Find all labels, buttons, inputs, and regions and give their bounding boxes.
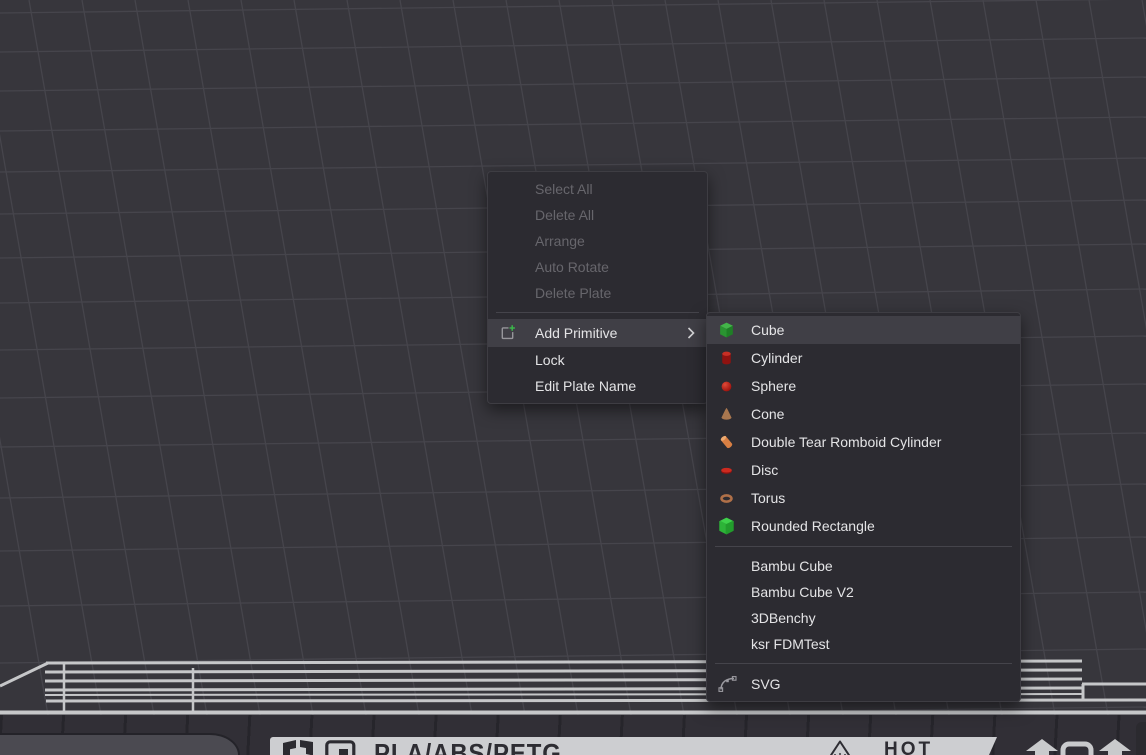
romboid-cylinder-icon [718,434,735,451]
submenu-item-bambu-cube-v2[interactable]: Bambu Cube V2 [707,579,1020,605]
submenu-separator [715,663,1012,664]
menu-item-auto-rotate[interactable]: Auto Rotate [488,254,707,280]
submenu-item-double-tear-romboid-cylinder[interactable]: Double Tear Romboid Cylinder [707,428,1020,456]
hot-surface-warning-icon [826,740,854,755]
add-primitive-icon [499,325,516,342]
submenu-item-label: Double Tear Romboid Cylinder [751,434,941,450]
menu-item-arrange[interactable]: Arrange [488,228,707,254]
outline-square-icon [1060,741,1094,755]
bambu-logo-icon [283,740,317,755]
menu-separator [496,312,699,313]
chevron-right-icon [687,327,695,339]
submenu-item-3dbenchy[interactable]: 3DBenchy [707,605,1020,631]
add-primitive-submenu: Cube Cylinder Sphere Cone [706,312,1021,702]
submenu-item-cone[interactable]: Cone [707,400,1020,428]
cube-icon [718,322,735,339]
disc-icon [718,462,735,479]
submenu-item-label: SVG [751,676,781,692]
submenu-item-label: Cube [751,322,784,338]
arrow-up-icon [1099,739,1131,755]
cylinder-icon [718,350,735,367]
submenu-separator [715,546,1012,547]
bezier-curve-icon [718,675,738,693]
submenu-item-sphere[interactable]: Sphere [707,372,1020,400]
sphere-icon [718,378,735,395]
menu-item-delete-all[interactable]: Delete All [488,202,707,228]
plate-corner-tab [0,733,240,755]
submenu-item-svg[interactable]: SVG [707,670,1020,698]
menu-item-delete-plate[interactable]: Delete Plate [488,280,707,306]
plate-label-bar: PLA/ABS/PETG HOT [270,737,997,755]
submenu-item-ksr-fdmtest[interactable]: ksr FDMTest [707,631,1020,657]
submenu-item-disc[interactable]: Disc [707,456,1020,484]
submenu-item-torus[interactable]: Torus [707,484,1020,512]
submenu-item-label: Sphere [751,378,796,394]
menu-item-lock[interactable]: Lock [488,347,707,373]
menu-item-edit-plate-name[interactable]: Edit Plate Name [488,373,707,399]
submenu-item-label: Cylinder [751,350,802,366]
cone-icon [718,406,735,423]
hot-label: HOT [884,739,933,755]
submenu-item-label: Disc [751,462,778,478]
plate-context-menu: Select All Delete All Arrange Auto Rotat… [487,171,708,404]
rounded-rectangle-icon [718,518,735,535]
plate-dark-corner [1136,722,1146,755]
submenu-item-cylinder[interactable]: Cylinder [707,344,1020,372]
plate-badge-icon [325,740,357,755]
submenu-item-cube[interactable]: Cube [707,316,1020,344]
menu-item-label: Add Primitive [535,325,617,341]
arrow-up-icon [1026,739,1058,755]
menu-item-add-primitive[interactable]: Add Primitive [488,319,707,347]
submenu-item-label: Torus [751,490,785,506]
plate-material-label: PLA/ABS/PETG [374,738,562,755]
torus-icon [718,490,735,507]
menu-item-select-all[interactable]: Select All [488,176,707,202]
submenu-item-rounded-rectangle[interactable]: Rounded Rectangle [707,512,1020,540]
submenu-item-label: Rounded Rectangle [751,518,875,534]
submenu-item-bambu-cube[interactable]: Bambu Cube [707,553,1020,579]
slicer-3d-viewport[interactable]: PLA/ABS/PETG HOT Select All Delete All A… [0,0,1146,755]
submenu-item-label: Cone [751,406,784,422]
